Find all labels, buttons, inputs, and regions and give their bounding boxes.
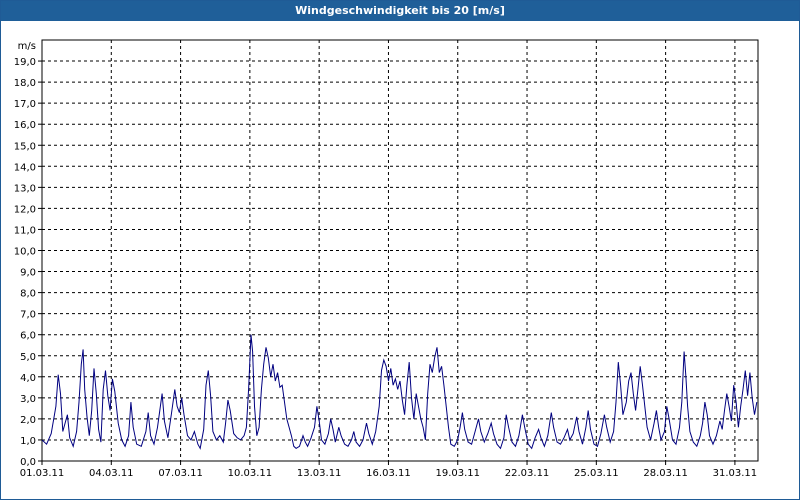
y-tick-label: 9,0 xyxy=(20,268,36,279)
y-tick-label: 0,0 xyxy=(20,457,36,468)
wind-speed-chart: 0,0 1,0 2,0 3,0 4,0 5,0 6,0 7,0 8,0 9,0 10,0 11,0 12… xyxy=(14,39,759,479)
x-tick-label: 13.03.11 xyxy=(297,468,342,479)
x-tick-label: 07.03.11 xyxy=(158,468,203,479)
y-tick-label: 17,0 xyxy=(14,99,36,110)
y-tick-label: 19,0 xyxy=(14,57,36,68)
y-axis-ticks: 0,0 1,0 2,0 3,0 4,0 5,0 6,0 7,0 8,0 9,0 10,0 11,0 12… xyxy=(14,57,42,468)
x-tick-label: 10.03.11 xyxy=(228,468,273,479)
y-tick-label: 6,0 xyxy=(20,331,36,342)
x-tick-label: 04.03.11 xyxy=(89,468,134,479)
y-tick-label: 18,0 xyxy=(14,78,36,89)
y-tick-label: 5,0 xyxy=(20,352,36,363)
series-group xyxy=(41,334,758,450)
x-axis-ticks: 01.03.11 04.03.11 07.03.11 10.03.11 13.03.11… xyxy=(20,461,757,479)
y-tick-label: 16,0 xyxy=(14,120,36,131)
y-tick-label: 14,0 xyxy=(14,162,36,173)
y-tick-label: 4,0 xyxy=(20,373,36,384)
x-tick-label: 01.03.11 xyxy=(20,468,65,479)
y-tick-label: 13,0 xyxy=(14,183,36,194)
y-tick-label: 11,0 xyxy=(14,225,36,236)
series-line-wind-speed xyxy=(41,334,758,450)
y-tick-label: 7,0 xyxy=(20,310,36,321)
y-tick-label: 10,0 xyxy=(14,247,36,258)
y-axis-unit: m/s xyxy=(18,41,36,52)
y-tick-label: 1,0 xyxy=(20,436,36,447)
y-tick-label: 15,0 xyxy=(14,141,36,152)
y-tick-label: 2,0 xyxy=(20,415,36,426)
x-tick-label: 31.03.11 xyxy=(713,468,758,479)
x-tick-label: 19.03.11 xyxy=(435,468,480,479)
x-tick-label: 28.03.11 xyxy=(643,468,688,479)
grid-lines xyxy=(42,40,758,461)
x-tick-label: 25.03.11 xyxy=(574,468,619,479)
y-tick-label: 8,0 xyxy=(20,289,36,300)
x-tick-label: 22.03.11 xyxy=(505,468,550,479)
y-tick-label: 12,0 xyxy=(14,204,36,215)
y-tick-label: 3,0 xyxy=(20,394,36,405)
x-tick-label: 16.03.11 xyxy=(366,468,411,479)
